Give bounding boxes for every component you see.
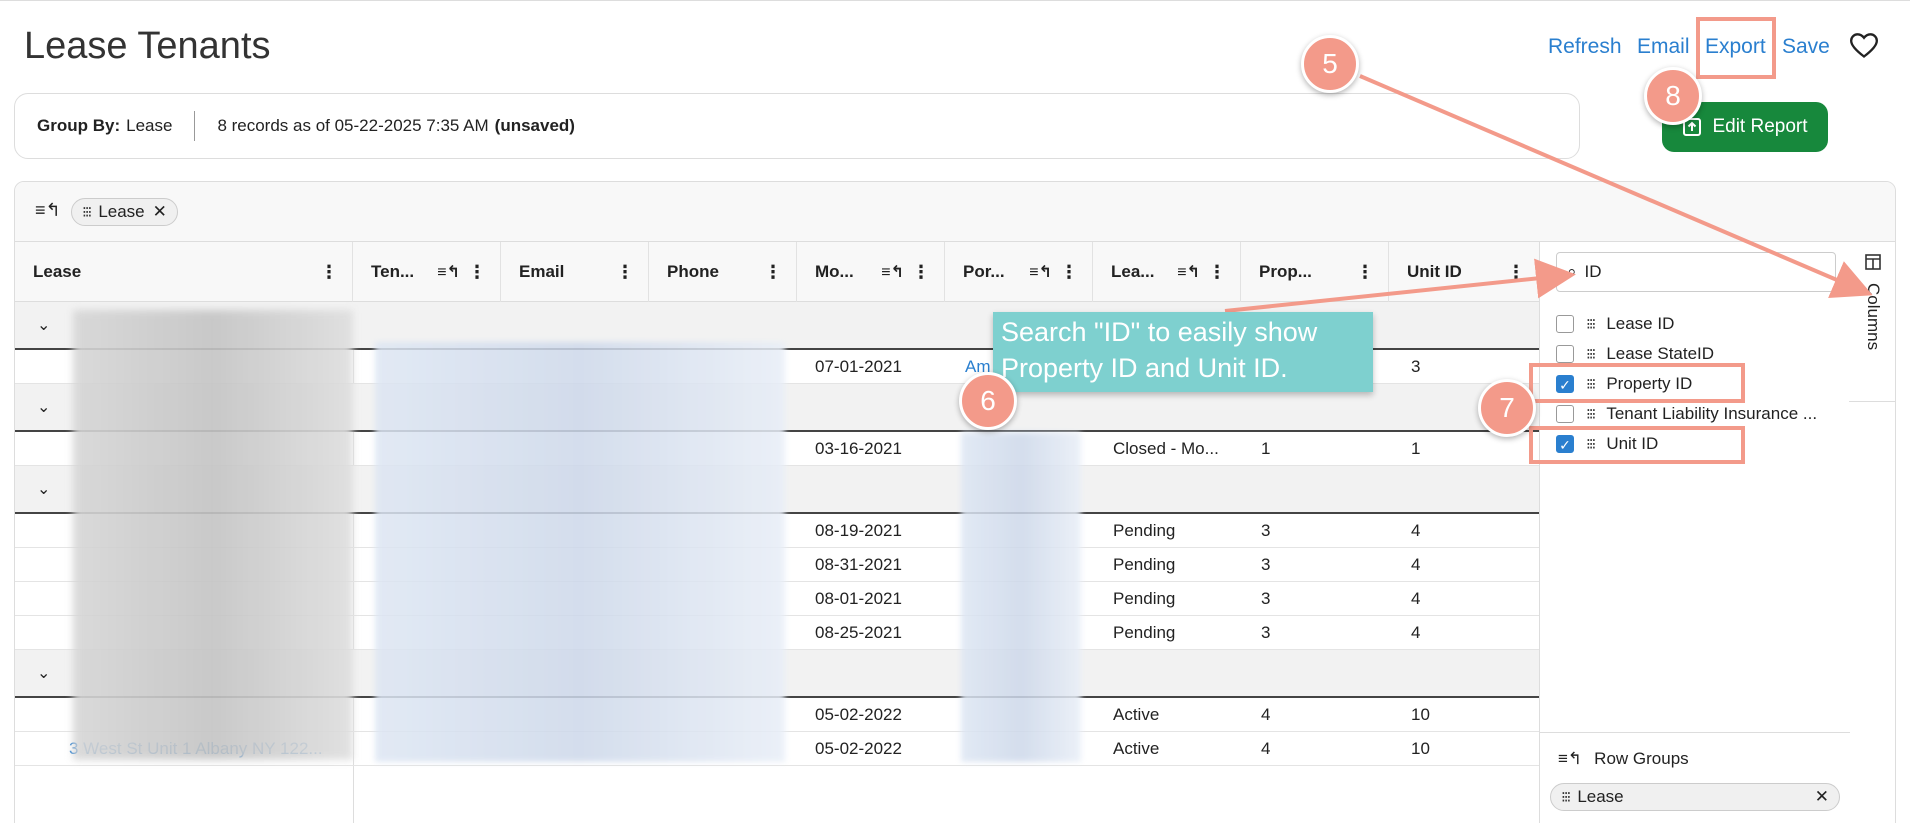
- annotation-arrows: [1224, 74, 1873, 313]
- step-badge-7: 7: [1478, 379, 1536, 437]
- step-badge-5: 5: [1301, 35, 1359, 93]
- property-id-highlight: [1529, 363, 1745, 403]
- step-badge-6: 6: [959, 372, 1017, 430]
- tutorial-callout: Search "ID" to easily show Property ID a…: [993, 312, 1373, 392]
- step-badge-8: 8: [1644, 67, 1702, 125]
- unit-id-highlight: [1529, 426, 1745, 464]
